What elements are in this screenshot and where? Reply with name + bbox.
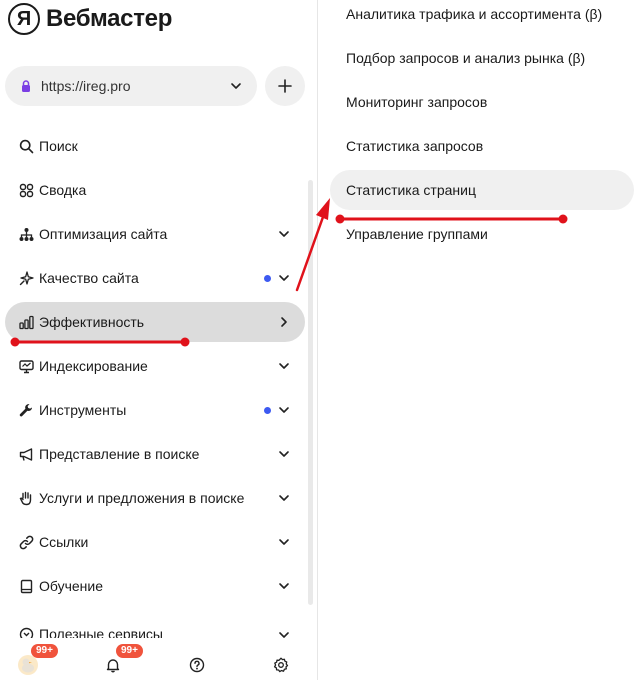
lock-icon bbox=[22, 80, 30, 92]
chevron-down-icon bbox=[279, 539, 289, 545]
chevron-down-icon bbox=[279, 363, 289, 369]
sidebar-scrollbar[interactable] bbox=[308, 180, 313, 605]
menu-item-site-optimization[interactable]: Оптимизация сайта bbox=[5, 212, 305, 256]
site-selector[interactable]: https://ireg.pro bbox=[5, 66, 257, 106]
submenu-item-page-statistics[interactable]: Статистика страниц bbox=[330, 170, 634, 210]
submenu-item-traffic-analytics[interactable]: Аналитика трафика и ассортимента (β) bbox=[330, 0, 634, 36]
bell-icon bbox=[106, 659, 120, 673]
submenu-item-query-statistics[interactable]: Статистика запросов bbox=[330, 124, 634, 168]
gear-icon bbox=[273, 657, 289, 673]
chevron-down-icon bbox=[279, 451, 289, 457]
menu-item-label: Услуги и предложения в поиске bbox=[39, 490, 245, 506]
notifications-button[interactable]: 99+ bbox=[102, 644, 143, 676]
menu-item-label: Представление в поиске bbox=[39, 446, 200, 462]
plus-icon bbox=[278, 79, 292, 93]
settings-button[interactable] bbox=[270, 654, 292, 676]
menu-item-indexing[interactable]: Индексирование bbox=[5, 344, 305, 388]
bar-chart-icon bbox=[18, 314, 34, 330]
chevron-down-icon bbox=[279, 495, 289, 501]
user-avatar[interactable]: 99+ bbox=[17, 644, 58, 676]
menu-item-useful-services[interactable]: Полезные сервисы bbox=[5, 608, 305, 638]
menu-item-label: Ссылки bbox=[39, 534, 89, 550]
sidebar: Я Вебмастер https://ireg.pro Поиск Сводк… bbox=[0, 0, 318, 680]
main-menu: Поиск Сводка Оптимизация сайта Качество … bbox=[5, 124, 305, 638]
chevron-down-icon bbox=[279, 632, 289, 638]
bottom-bar: 99+ 99+ bbox=[0, 640, 318, 680]
menu-item-links[interactable]: Ссылки bbox=[5, 520, 305, 564]
logo[interactable]: Я Вебмастер bbox=[8, 3, 172, 35]
help-button[interactable] bbox=[186, 654, 208, 676]
avatar-badge: 99+ bbox=[31, 644, 58, 658]
menu-item-label: Инструменты bbox=[39, 402, 127, 418]
site-url: https://ireg.pro bbox=[41, 78, 131, 94]
chevron-down-icon bbox=[279, 583, 289, 589]
chevron-down-icon bbox=[279, 275, 289, 281]
menu-item-search[interactable]: Поиск bbox=[5, 124, 305, 168]
yandex-logo-icon: Я bbox=[8, 3, 40, 35]
menu-item-label: Поиск bbox=[39, 138, 78, 154]
notifications-badge: 99+ bbox=[116, 644, 143, 658]
menu-item-efficiency[interactable]: Эффективность bbox=[5, 302, 305, 342]
chevron-right-icon bbox=[281, 317, 287, 327]
menu-item-label: Сводка bbox=[39, 182, 87, 198]
dashboard-icon bbox=[18, 182, 34, 198]
menu-item-search-appearance[interactable]: Представление в поиске bbox=[5, 432, 305, 476]
book-icon bbox=[18, 578, 34, 594]
menu-item-label: Обучение bbox=[39, 578, 104, 594]
link-icon bbox=[18, 534, 34, 550]
menu-item-summary[interactable]: Сводка bbox=[5, 168, 305, 212]
menu-item-learning[interactable]: Обучение bbox=[5, 564, 305, 608]
menu-item-site-quality[interactable]: Качество сайта bbox=[5, 256, 305, 300]
menu-item-label: Оптимизация сайта bbox=[39, 226, 168, 242]
menu-item-label: Полезные сервисы bbox=[39, 626, 163, 638]
wrench-icon bbox=[18, 402, 34, 418]
efficiency-submenu: Аналитика трафика и ассортимента (β) Под… bbox=[330, 0, 634, 256]
chevron-down-icon bbox=[231, 83, 241, 89]
services-icon bbox=[18, 626, 34, 638]
app-title: Вебмастер bbox=[46, 5, 173, 32]
sitemap-icon bbox=[18, 226, 34, 242]
menu-item-services-offers[interactable]: Услуги и предложения в поиске bbox=[5, 476, 305, 520]
add-site-button[interactable] bbox=[265, 66, 305, 106]
notification-dot bbox=[264, 406, 271, 414]
megaphone-icon bbox=[18, 446, 34, 462]
menu-item-label: Качество сайта bbox=[39, 270, 139, 286]
chevron-down-icon bbox=[279, 231, 289, 237]
menu-item-label: Индексирование bbox=[39, 358, 148, 374]
search-icon bbox=[18, 138, 34, 154]
menu-item-label: Эффективность bbox=[39, 314, 145, 330]
handshake-icon bbox=[18, 490, 34, 506]
submenu-item-query-monitoring[interactable]: Мониторинг запросов bbox=[330, 80, 634, 124]
submenu-item-query-selection[interactable]: Подбор запросов и анализ рынка (β) bbox=[330, 36, 634, 80]
submenu-item-group-management[interactable]: Управление группами bbox=[330, 212, 634, 256]
menu-item-tools[interactable]: Инструменты bbox=[5, 388, 305, 432]
chevron-down-icon bbox=[279, 407, 289, 413]
sparkle-icon bbox=[18, 270, 34, 286]
monitor-icon bbox=[18, 358, 34, 374]
notification-dot bbox=[264, 274, 271, 282]
help-icon bbox=[189, 657, 205, 673]
sidebar-divider bbox=[317, 0, 318, 680]
